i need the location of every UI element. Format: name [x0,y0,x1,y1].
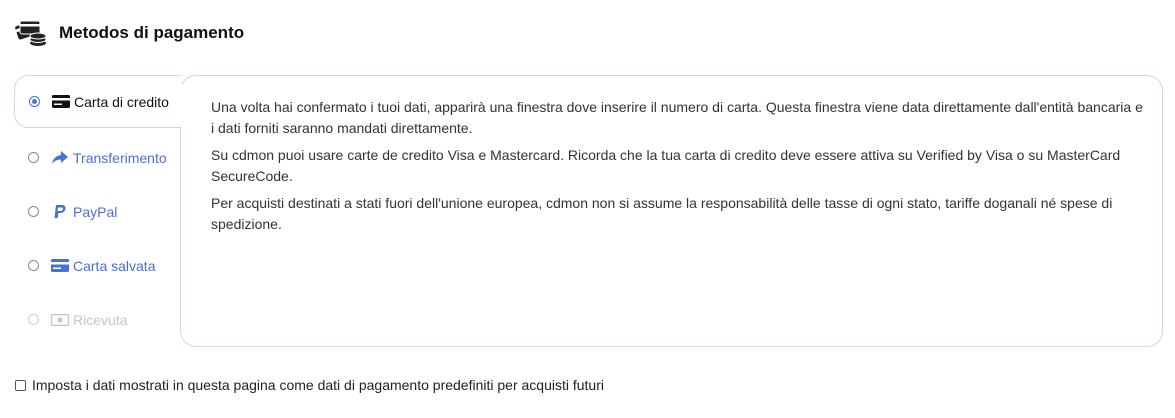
credit-card-icon [52,95,70,109]
credit-card-icon [51,259,69,273]
payment-description: Una volta hai confermato i tuoi dati, ap… [211,97,1146,241]
radio-button[interactable] [28,206,39,217]
default-payment-checkbox[interactable] [15,379,26,391]
paypal-icon [51,204,69,219]
description-paragraph: Una volta hai confermato i tuoi dati, ap… [211,99,1143,136]
tab-label: Carta di credito [74,93,169,110]
radio-button[interactable] [28,152,39,163]
page-title: Metodos di pagamento [59,23,245,42]
tab-label: Transferimento [73,149,167,166]
description-paragraph: Su cdmon puoi usare carte de credito Vis… [211,147,1121,184]
tab-carta-di-credito[interactable]: Carta di credito [14,75,182,128]
cards-coins-icon [15,20,47,46]
payment-details-panel: Una volta hai confermato i tuoi dati, ap… [180,75,1163,347]
tab-paypal[interactable]: PayPal [14,185,182,238]
tab-label: PayPal [73,203,118,220]
default-payment-option[interactable]: Imposta i dati mostrati in questa pagina… [15,377,604,393]
tab-transferimento[interactable]: Transferimento [14,131,182,184]
tab-carta-salvata[interactable]: Carta salvata [14,239,182,292]
share-arrow-icon [51,150,69,165]
tab-label: Carta salvata [73,257,156,274]
tab-label: Ricevuta [73,311,128,328]
description-paragraph: Per acquisti destinati a stati fuori del… [211,195,1113,232]
radio-button[interactable] [29,96,40,107]
section-header: Metodos di pagamento [15,17,244,49]
radio-button[interactable] [28,260,39,271]
tab-ricevuta: Ricevuta [14,293,182,346]
checkbox-label: Imposta i dati mostrati in questa pagina… [32,377,604,393]
money-bill-icon [51,313,69,327]
radio-button [28,314,39,325]
